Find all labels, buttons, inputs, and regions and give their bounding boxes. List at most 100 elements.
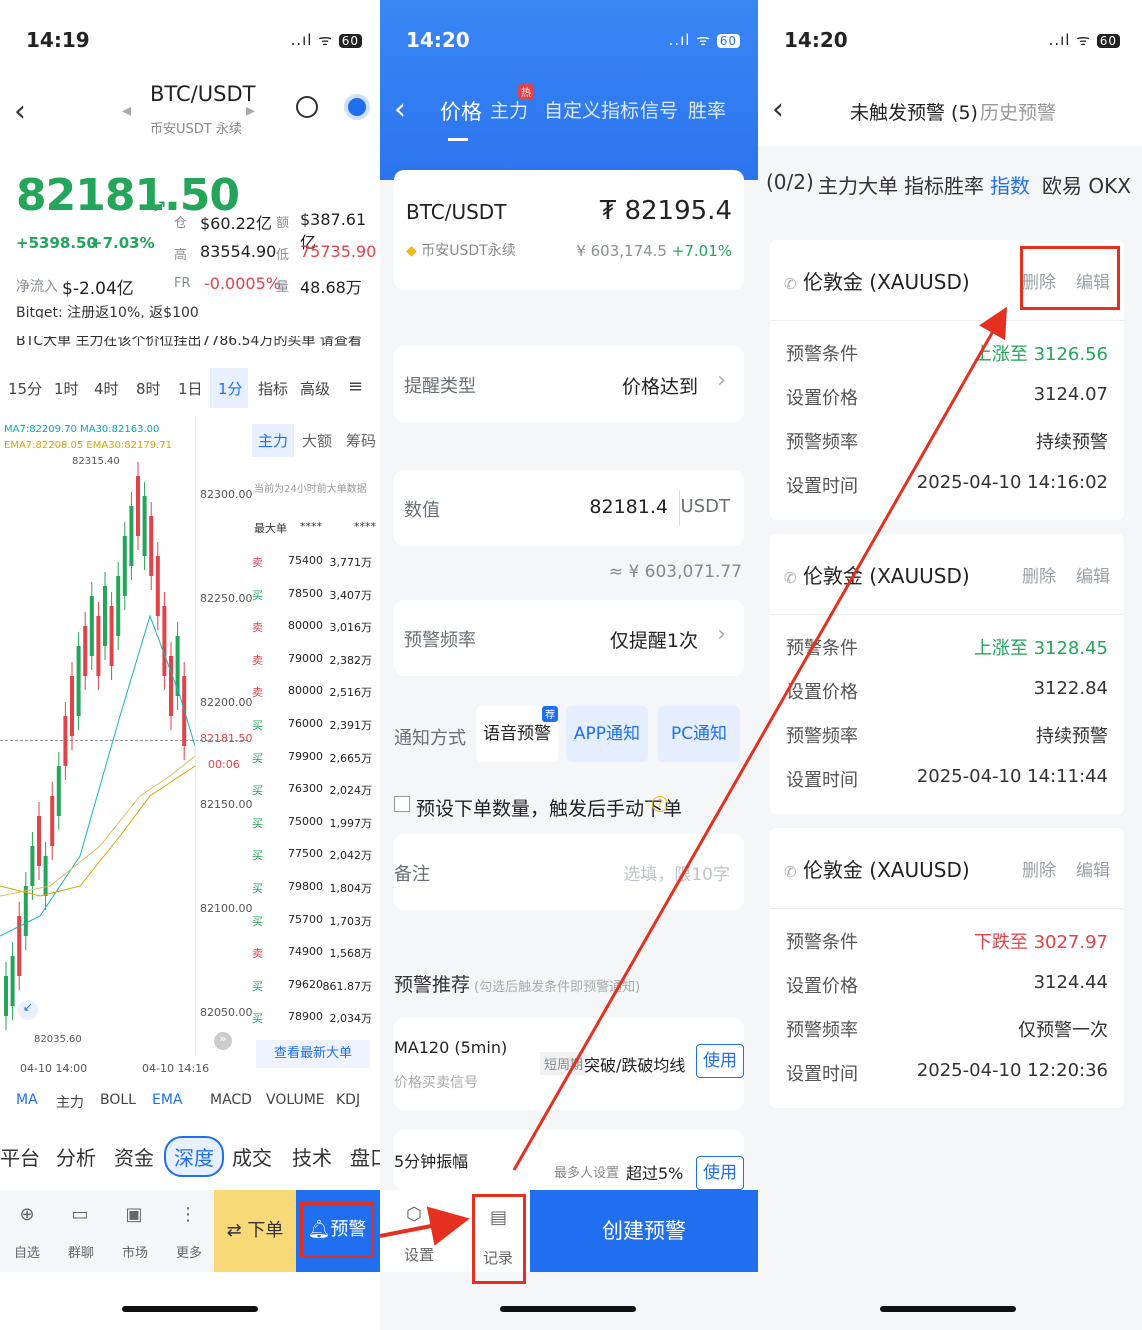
market-icon[interactable]: ▣ xyxy=(122,1204,146,1225)
delete-button[interactable]: 删除 xyxy=(1022,562,1056,587)
trade-row: 卖 80000 3,016万 xyxy=(250,619,378,651)
y-tick: 82100.00 xyxy=(200,902,253,915)
nav-watchlist[interactable]: 自选 xyxy=(14,1242,40,1261)
pair-title[interactable]: BTC/USDT xyxy=(150,82,255,106)
trade-row: 买 78900 2,034万 xyxy=(250,1010,378,1042)
candle-body xyxy=(70,676,74,736)
side-tab-large[interactable]: 大额 xyxy=(302,430,332,451)
rec2-use-button[interactable]: 使用 xyxy=(696,1156,744,1190)
filter-main[interactable]: 主力大单 xyxy=(818,170,898,199)
more-icon[interactable]: ⋮ xyxy=(176,1204,200,1225)
back-icon[interactable]: ‹ xyxy=(394,92,406,127)
filter-winrate[interactable]: 指标胜率 xyxy=(904,170,984,199)
chat-icon[interactable]: ▭ xyxy=(68,1204,92,1225)
edit-button[interactable]: 编辑 xyxy=(1076,562,1110,587)
tab-pending[interactable]: 未触发预警 (5) xyxy=(850,98,978,125)
next-pair-icon[interactable]: ▸ xyxy=(246,100,255,121)
filter-index[interactable]: 指数 xyxy=(990,170,1030,199)
back-icon[interactable]: ‹ xyxy=(772,92,784,127)
ind-main[interactable]: 主力 xyxy=(56,1092,84,1112)
help-icon[interactable]: ? xyxy=(652,796,668,812)
edit-button[interactable]: 编辑 xyxy=(1076,856,1110,881)
chart-settings-icon[interactable]: ≡ xyxy=(348,376,363,397)
settings-icon[interactable]: ⬡ xyxy=(406,1204,422,1225)
rec1-title: MA120 (5min) xyxy=(394,1038,508,1057)
ind-macd[interactable]: MACD xyxy=(210,1092,252,1108)
alert-value: 上涨至 3128.45 xyxy=(973,638,1108,659)
home-indicator xyxy=(122,1306,258,1312)
value-input[interactable]: 82181.4 xyxy=(589,496,668,518)
delete-button[interactable]: 删除 xyxy=(1022,856,1056,881)
tab-depth[interactable]: 深度 xyxy=(164,1136,224,1177)
advanced-menu[interactable]: 高级 xyxy=(300,378,330,399)
tab-platform[interactable]: 平台 xyxy=(0,1142,40,1171)
freq-row[interactable]: 预警频率 仅提醒1次 › xyxy=(394,600,744,676)
watchlist-icon[interactable]: ⊕ xyxy=(14,1204,40,1225)
ticker-line-1[interactable]: Bitget: 注册返10%, 返$100 xyxy=(16,302,356,318)
filter-count[interactable]: (0/2) xyxy=(766,170,814,194)
ind-ma[interactable]: MA xyxy=(16,1092,38,1108)
interval-1m[interactable]: 1分 xyxy=(210,368,248,408)
ind-boll[interactable]: BOLL xyxy=(100,1092,136,1108)
record-button[interactable]: ▤ 记录 xyxy=(472,1194,526,1284)
status-time: 14:19 xyxy=(26,28,90,52)
notify-app[interactable]: APP通知 xyxy=(566,706,648,762)
pair-price-sub: ¥ 603,174.5 +7.01% xyxy=(576,242,732,260)
settings-button[interactable]: 设置 xyxy=(404,1244,434,1265)
interval-8h[interactable]: 8时 xyxy=(136,378,161,399)
interval-1d[interactable]: 1日 xyxy=(178,378,203,399)
tab-history[interactable]: 历史预警 xyxy=(980,98,1056,125)
rec1-use-button[interactable]: 使用 xyxy=(696,1044,744,1078)
side-tab-main[interactable]: 主力 xyxy=(252,424,295,457)
ticker-line-2[interactable]: BTC大单 主力在该个价位挂出7786.54万的买单 请查看 xyxy=(16,336,378,348)
alert-key: 预警频率 xyxy=(786,726,858,747)
ind-kdj[interactable]: KDJ xyxy=(336,1092,360,1108)
trade-row: 卖 79000 2,382万 xyxy=(250,652,378,684)
interval-15m[interactable]: 15分 xyxy=(8,378,42,399)
tab-signal[interactable]: 信号 xyxy=(640,96,678,123)
trade-price: 79800 xyxy=(288,880,323,893)
tab-main[interactable]: 主力 xyxy=(490,96,528,123)
record-icon: ▤ xyxy=(490,1207,508,1228)
remind-type-row[interactable]: 提醒类型 价格达到 › xyxy=(394,346,744,422)
tab-winrate[interactable]: 胜率 xyxy=(688,96,726,123)
create-alert-button[interactable]: 创建预警 xyxy=(530,1190,758,1272)
preorder-checkbox[interactable] xyxy=(394,796,410,812)
note-input[interactable]: 选填，限10字 xyxy=(623,860,730,885)
interval-1h[interactable]: 1时 xyxy=(54,378,79,399)
tab-price[interactable]: 价格 xyxy=(440,96,482,126)
phone-icon: ✆ xyxy=(784,863,797,881)
tab-tech[interactable]: 技术 xyxy=(292,1142,332,1171)
view-latest-button[interactable]: 查看最新大单 xyxy=(256,1040,370,1068)
alert-button[interactable]: 🔔︎预警 xyxy=(300,1202,374,1258)
ind-ema[interactable]: EMA xyxy=(152,1092,183,1108)
rec2-title: 5分钟振幅 xyxy=(394,1152,469,1171)
nav-more[interactable]: 更多 xyxy=(176,1242,202,1261)
order-button[interactable]: ⇄ 下单 xyxy=(214,1190,296,1272)
side-tab-chips[interactable]: 筹码 xyxy=(346,430,376,451)
nav-chat[interactable]: 群聊 xyxy=(68,1242,94,1261)
search-icon[interactable] xyxy=(296,96,318,118)
interval-4h[interactable]: 4时 xyxy=(94,378,119,399)
tab-trades[interactable]: 成交 xyxy=(232,1142,272,1171)
amount-label: 额 xyxy=(276,216,290,231)
indicator-menu[interactable]: 指标 xyxy=(258,378,288,399)
prev-pair-icon[interactable]: ◂ xyxy=(122,100,131,121)
tab-funds[interactable]: 资金 xyxy=(114,1142,154,1171)
expand-icon[interactable]: ↙ xyxy=(18,1000,38,1020)
tab-custom-indicator[interactable]: 自定义指标 xyxy=(544,96,639,123)
avatar[interactable] xyxy=(344,94,370,120)
y-tick: 82300.00 xyxy=(200,488,253,501)
alert-list-screen: 14:20 ..ıl ᯤ 60 ‹ 未触发预警 (5) 历史预警 (0/2) 主… xyxy=(758,0,1142,1330)
tab-analysis[interactable]: 分析 xyxy=(56,1142,96,1171)
bottom-bar: ⬡ 设置 ▤ 记录 创建预警 xyxy=(380,1190,758,1284)
nav-market[interactable]: 市场 xyxy=(122,1242,148,1261)
back-icon[interactable]: ‹ xyxy=(14,94,26,129)
filter-okx[interactable]: 欧易 OKX xyxy=(1042,170,1131,199)
ind-volume[interactable]: VOLUME xyxy=(266,1092,325,1108)
notify-pc[interactable]: PC通知 xyxy=(658,706,740,762)
up-arrow-icon: ↗ xyxy=(152,196,168,217)
tab-orderbook[interactable]: 盘口 xyxy=(350,1142,380,1171)
trade-price: 77500 xyxy=(288,847,323,861)
trade-row: 买 78500 3,407万 xyxy=(250,587,378,619)
